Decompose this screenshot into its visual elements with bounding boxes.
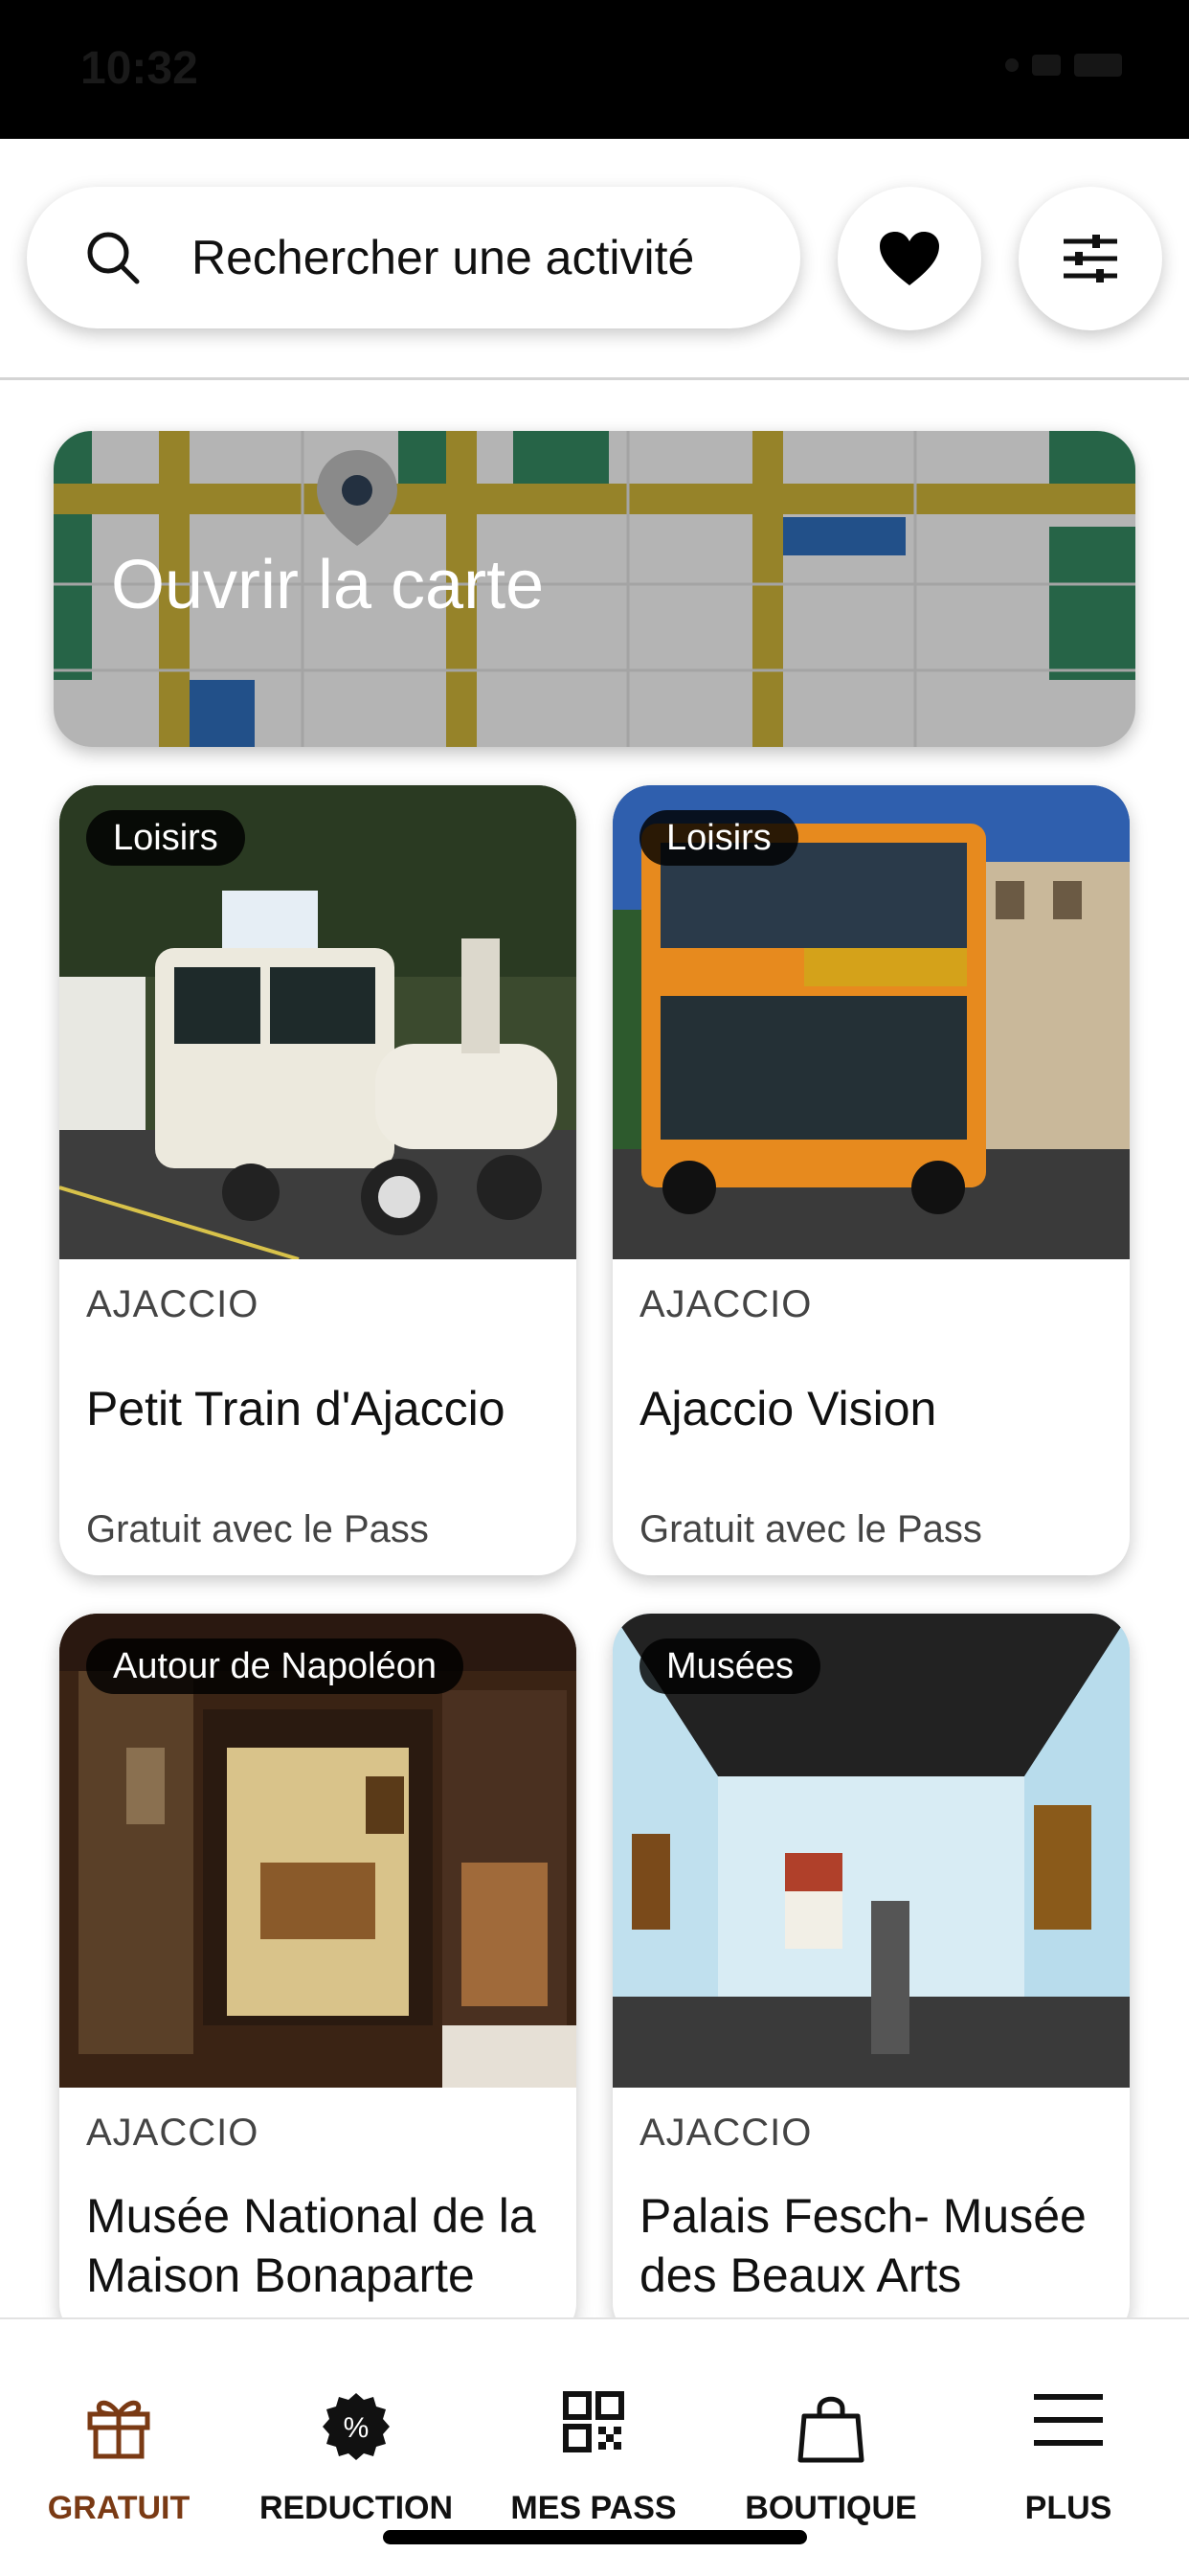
- card-city: AJACCIO: [86, 1283, 259, 1325]
- category-badge: Loisirs: [86, 810, 245, 866]
- open-map-card[interactable]: Ouvrir la carte: [54, 431, 1135, 747]
- status-bar: 10:32: [0, 0, 1189, 139]
- tab-label: PLUS: [1024, 2490, 1112, 2526]
- tab-boutique[interactable]: BOUTIQUE: [712, 2319, 950, 2526]
- card-title: Petit Train d'Ajaccio: [86, 1382, 505, 1435]
- header-divider: [0, 377, 1189, 380]
- search-placeholder: Rechercher une activité: [191, 231, 695, 284]
- card-city: AJACCIO: [86, 2112, 259, 2154]
- shopping-bag-icon: [797, 2396, 864, 2463]
- activity-card[interactable]: Musées AJACCIO Palais Fesch- Musée des B…: [613, 1614, 1130, 2341]
- card-city: AJACCIO: [639, 1283, 813, 1325]
- open-map-label: Ouvrir la carte: [111, 547, 545, 623]
- search-icon: [87, 232, 140, 284]
- status-time: 10:32: [80, 43, 198, 94]
- activity-card[interactable]: Loisirs AJACCIO Petit Train d'Ajaccio Gr…: [59, 785, 576, 1575]
- tab-gratuit[interactable]: GRATUIT: [0, 2319, 237, 2526]
- menu-icon: [1034, 2394, 1103, 2446]
- card-title: Musée National de la Maison Bonaparte: [86, 2189, 536, 2302]
- activity-photo: Musées: [613, 1614, 1130, 2088]
- activity-photo: Loisirs: [613, 785, 1130, 1259]
- sliders-icon: [1064, 235, 1117, 282]
- search-input[interactable]: Rechercher une activité: [27, 187, 800, 328]
- tab-label: MES PASS: [510, 2490, 677, 2526]
- card-price: Gratuit avec le Pass: [86, 1508, 429, 1550]
- activity-card[interactable]: Loisirs AJACCIO Ajaccio Vision Gratuit a…: [613, 785, 1130, 1575]
- activity-photo: Autour de Napoléon: [59, 1614, 576, 2088]
- card-city: AJACCIO: [639, 2112, 813, 2154]
- gift-icon: [87, 2400, 150, 2459]
- filters-button[interactable]: [1019, 187, 1162, 330]
- activity-photo: Loisirs: [59, 785, 576, 1259]
- tab-reduction[interactable]: % REDUCTION: [237, 2319, 475, 2526]
- heart-icon: [880, 232, 939, 285]
- tab-mes-pass[interactable]: MES PASS: [475, 2319, 712, 2526]
- qr-code-icon: [563, 2391, 624, 2452]
- tab-label: GRATUIT: [47, 2490, 191, 2526]
- tab-label: BOUTIQUE: [745, 2490, 917, 2526]
- card-title: Palais Fesch- Musée des Beaux Arts: [639, 2189, 1087, 2302]
- tab-plus[interactable]: PLUS: [950, 2319, 1187, 2526]
- activity-card[interactable]: Autour de Napoléon AJACCIO Musée Nationa…: [59, 1614, 576, 2341]
- tab-label: REDUCTION: [258, 2490, 454, 2526]
- favorites-button[interactable]: [838, 187, 981, 330]
- status-icons: [1005, 54, 1122, 77]
- category-badge: Autour de Napoléon: [86, 1638, 464, 1694]
- card-price: Gratuit avec le Pass: [639, 1508, 982, 1550]
- home-indicator[interactable]: [383, 2530, 807, 2544]
- signal-icon: [1005, 58, 1019, 72]
- svg-text:%: %: [344, 2412, 370, 2444]
- wifi-icon: [1032, 55, 1061, 76]
- category-badge: Loisirs: [639, 810, 798, 866]
- card-title: Ajaccio Vision: [639, 1382, 937, 1435]
- discount-badge-icon: %: [323, 2393, 390, 2460]
- category-badge: Musées: [639, 1638, 821, 1694]
- battery-icon: [1074, 54, 1122, 77]
